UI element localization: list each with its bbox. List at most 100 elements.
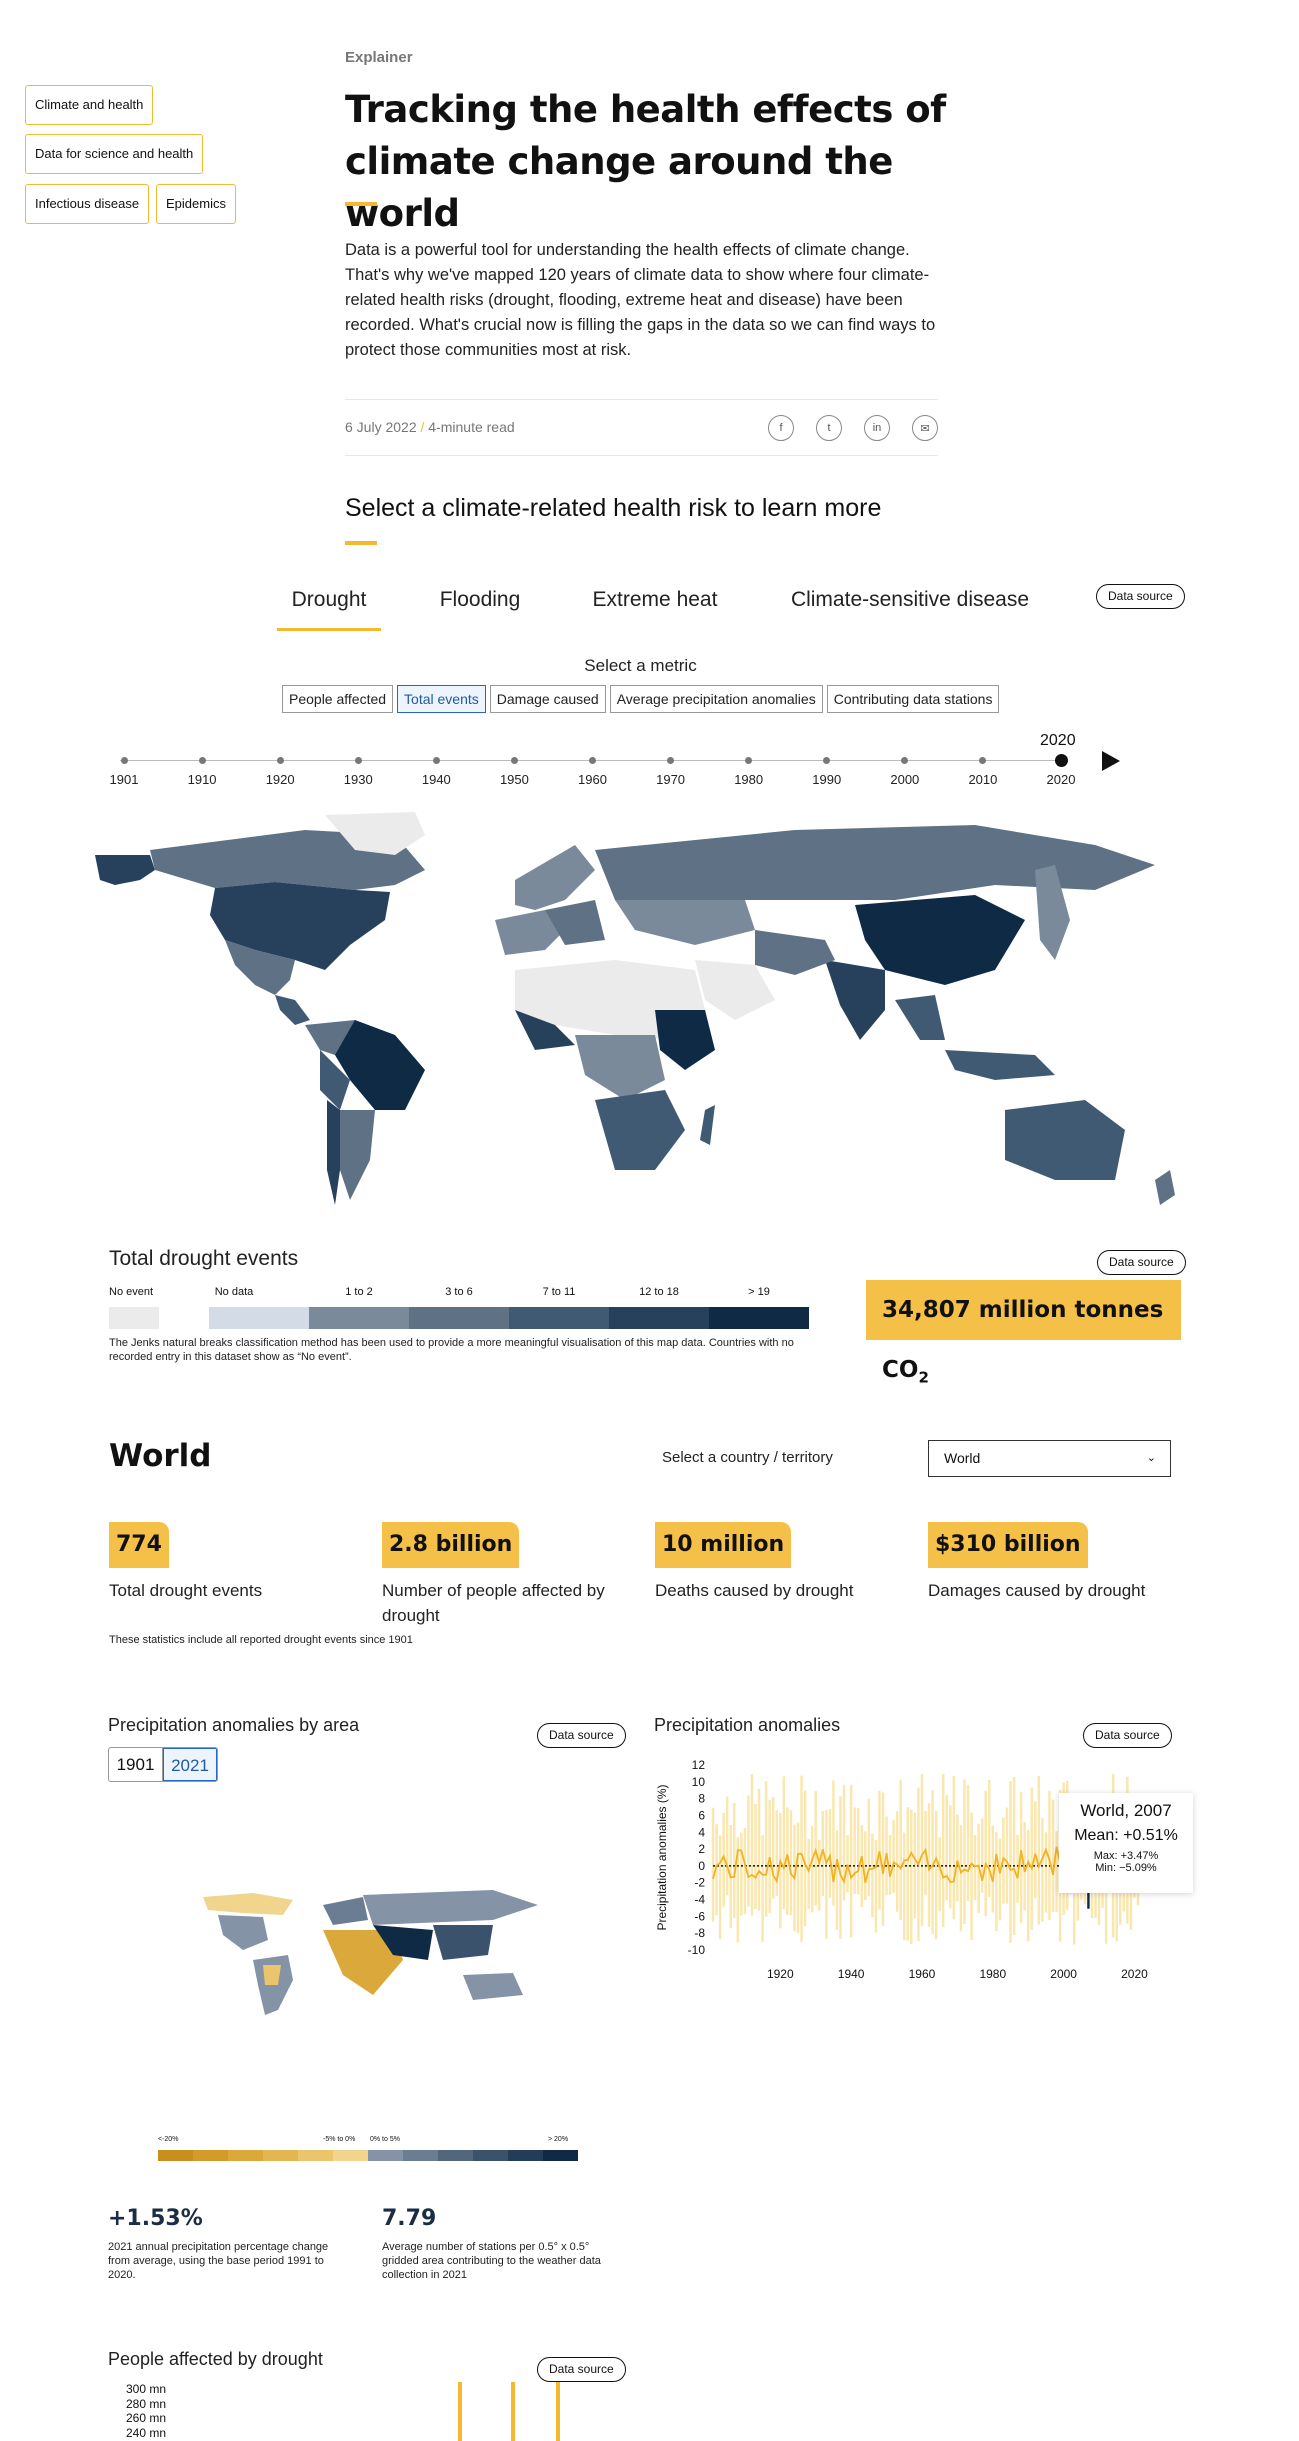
anomaly-range-bar[interactable] [740, 1832, 743, 1916]
timeline-year-label[interactable]: 1910 [182, 772, 222, 787]
anomaly-range-bar[interactable] [761, 1835, 764, 1942]
map-middle-east-iran[interactable] [755, 930, 835, 975]
anomaly-range-bar[interactable] [966, 1784, 970, 1901]
anomaly-range-bar[interactable] [998, 1838, 1002, 1921]
metric-people-affected[interactable]: People affected [282, 685, 394, 713]
anomaly-range-bar[interactable] [725, 1796, 729, 1896]
tab-drought[interactable]: Drought [277, 588, 381, 612]
anomaly-range-bar[interactable] [782, 1776, 786, 1909]
anomaly-range-bar[interactable] [747, 1795, 750, 1907]
anomaly-range-bar[interactable] [899, 1779, 902, 1921]
map-madagascar[interactable] [700, 1105, 715, 1145]
timeline-dot[interactable] [667, 756, 675, 764]
timeline-year-label[interactable]: 2000 [885, 772, 925, 787]
anomaly-range-bar[interactable] [825, 1809, 828, 1939]
anomaly-range-bar[interactable] [920, 1774, 924, 1926]
precip-chart-data-source[interactable]: Data source [1083, 1723, 1172, 1748]
precip-area-data-source[interactable]: Data source [537, 1723, 626, 1748]
map-new-zealand[interactable] [1155, 1170, 1175, 1205]
timeline-dot[interactable] [432, 756, 440, 764]
timeline-dot[interactable] [276, 756, 284, 764]
anomaly-range-bar[interactable] [878, 1790, 881, 1910]
anomaly-range-bar[interactable] [973, 1834, 977, 1901]
tag-epidemics[interactable]: Epidemics [156, 184, 236, 224]
anomaly-range-bar[interactable] [988, 1780, 991, 1897]
twitter-icon[interactable]: t [816, 415, 842, 441]
anomaly-range-bar[interactable] [743, 1827, 747, 1915]
timeline-year-label[interactable]: 1980 [729, 772, 769, 787]
anomaly-range-bar[interactable] [874, 1840, 878, 1933]
pmap-australia[interactable] [463, 1973, 523, 2000]
anomaly-range-bar[interactable] [768, 1800, 771, 1914]
anomaly-range-bar[interactable] [1030, 1787, 1033, 1930]
map-central-asia[interactable] [615, 900, 755, 945]
anomaly-range-bar[interactable] [910, 1809, 913, 1944]
anomaly-range-bar[interactable] [1005, 1807, 1009, 1904]
timeline-dot[interactable] [120, 756, 128, 764]
map-east-africa[interactable] [655, 1010, 715, 1070]
map-southeast-asia[interactable] [895, 995, 945, 1040]
timeline-dot[interactable] [823, 756, 831, 764]
anomaly-range-bar[interactable] [796, 1822, 800, 1934]
pmap-russia[interactable] [363, 1890, 538, 1925]
map-arabia[interactable] [695, 960, 775, 1020]
anomaly-range-bar[interactable] [970, 1812, 973, 1941]
timeline-dot[interactable] [1054, 753, 1068, 767]
anomaly-range-bar[interactable] [956, 1814, 959, 1902]
people-bar[interactable] [511, 2382, 515, 2441]
timeline-year-label[interactable]: 1960 [573, 772, 613, 787]
anomaly-range-bar[interactable] [853, 1807, 856, 1894]
anomaly-range-bar[interactable] [807, 1839, 810, 1909]
tag-infectious-disease[interactable]: Infectious disease [25, 184, 150, 224]
anomaly-range-bar[interactable] [1026, 1829, 1030, 1942]
anomaly-range-bar[interactable] [828, 1809, 832, 1898]
anomaly-range-bar[interactable] [1012, 1777, 1016, 1936]
tab-climate-sensitive-disease[interactable]: Climate-sensitive disease [785, 588, 1035, 612]
anomaly-range-bar[interactable] [945, 1795, 948, 1901]
anomaly-range-bar[interactable] [803, 1790, 807, 1927]
year-toggle-1901[interactable]: 1901 [109, 1748, 163, 1781]
timeline-year-label[interactable]: 1970 [651, 772, 691, 787]
anomaly-range-bar[interactable] [941, 1774, 945, 1928]
anomaly-range-bar[interactable] [754, 1803, 757, 1910]
timeline-dot[interactable] [589, 756, 596, 764]
anomaly-range-bar[interactable] [949, 1805, 952, 1909]
anomaly-range-bar[interactable] [881, 1792, 885, 1927]
anomaly-range-bar[interactable] [1037, 1775, 1041, 1925]
anomaly-range-bar[interactable] [835, 1830, 839, 1930]
map-central-africa[interactable] [575, 1035, 665, 1100]
anomaly-range-bar[interactable] [718, 1835, 722, 1940]
timeline-year-label[interactable]: 1940 [416, 772, 456, 787]
timeline-year-label[interactable]: 1990 [807, 772, 847, 787]
pmap-north-america[interactable] [203, 1893, 293, 1915]
anomaly-range-bar[interactable] [871, 1833, 874, 1918]
play-icon[interactable] [1102, 751, 1120, 771]
anomaly-range-bar[interactable] [757, 1788, 761, 1911]
anomaly-range-bar[interactable] [980, 1818, 984, 1893]
people-bar[interactable] [556, 2382, 560, 2441]
anomaly-range-bar[interactable] [856, 1807, 860, 1895]
pmap-asia[interactable] [433, 1925, 493, 1960]
pmap-amazon[interactable] [263, 1965, 281, 1985]
linkedin-icon[interactable]: in [864, 415, 890, 441]
anomaly-range-bar[interactable] [1034, 1801, 1037, 1899]
timeline-year-label[interactable]: 1930 [338, 772, 378, 787]
timeline-year-label[interactable]: 1950 [494, 772, 534, 787]
map-scandinavia[interactable] [515, 845, 595, 910]
anomaly-range-bar[interactable] [733, 1802, 736, 1918]
anomaly-range-bar[interactable] [995, 1832, 998, 1931]
map-india[interactable] [825, 960, 885, 1040]
map-russia[interactable] [595, 825, 1155, 900]
anomaly-range-bar[interactable] [818, 1840, 821, 1911]
metric-contributing-stations[interactable]: Contributing data stations [826, 685, 1000, 713]
map-central-america[interactable] [275, 995, 310, 1025]
anomaly-range-bar[interactable] [895, 1811, 899, 1912]
world-map[interactable] [95, 810, 1185, 1220]
timeline-year-label[interactable]: 1901 [104, 772, 144, 787]
timeline-year-label[interactable]: 2010 [963, 772, 1003, 787]
anomaly-range-bar[interactable] [810, 1826, 814, 1913]
data-source-button[interactable]: Data source [1096, 584, 1185, 609]
timeline-dot[interactable] [198, 756, 206, 764]
anomaly-range-bar[interactable] [750, 1774, 754, 1916]
map-chile[interactable] [327, 1100, 340, 1205]
